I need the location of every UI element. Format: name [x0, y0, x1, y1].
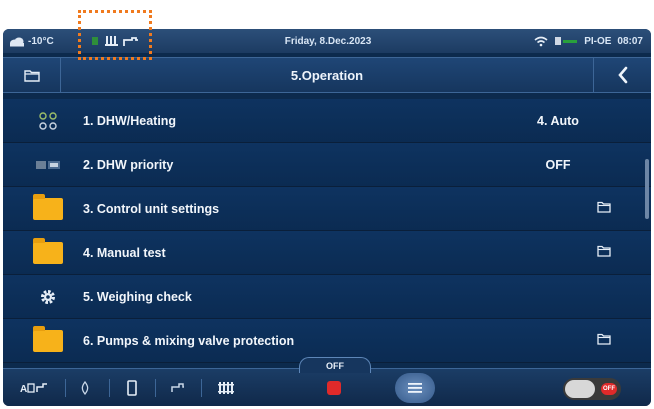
svg-text:A: A: [20, 384, 27, 395]
title-bar: 5.Operation: [3, 57, 651, 93]
toolbar-divider: [109, 379, 110, 397]
menu-item-manual-test[interactable]: 4. Manual test: [3, 231, 651, 275]
menu-item-control-unit-settings[interactable]: 3. Control unit settings: [3, 187, 651, 231]
menu-item-label: 4. Manual test: [83, 246, 166, 260]
menu-item-label: 3. Control unit settings: [83, 202, 220, 216]
toolbar-divider: [65, 379, 66, 397]
folder-icon: [33, 194, 63, 220]
menu-item-label: 1. DHW/Heating: [83, 114, 177, 128]
gear-icon: [31, 283, 65, 311]
auto-mode-icon: A: [20, 383, 47, 395]
tank-button[interactable]: [117, 375, 147, 401]
chevron-left-icon: [617, 66, 627, 84]
highlight-annotation-box: [78, 10, 152, 60]
cloud-icon: [10, 37, 24, 47]
outdoor-temperature: -10°C: [28, 35, 54, 47]
scrollbar[interactable]: [645, 159, 649, 219]
flame-icon: [81, 381, 89, 395]
menu-item-weighing-check[interactable]: 5. Weighing check: [3, 275, 651, 319]
current-time: 08:07: [617, 35, 643, 47]
priority-icon: [31, 151, 65, 179]
dots-grid-icon: [31, 107, 65, 135]
folder-outline-icon: [23, 69, 40, 82]
page-title: 5.Operation: [290, 67, 364, 83]
stop-indicator-icon[interactable]: [327, 381, 341, 395]
controller-screen: -10°C Friday, 8.Dec.2023 PI-OE 08:07 5.O…: [3, 29, 651, 406]
folder-button[interactable]: [3, 58, 61, 92]
radiator-icon: [218, 382, 234, 394]
submenu-folder-icon: [597, 245, 611, 257]
hamburger-menu-icon: [408, 383, 422, 393]
back-button[interactable]: [593, 58, 651, 92]
flame-button[interactable]: [71, 375, 99, 401]
menu-item-label: 2. DHW priority: [83, 158, 174, 172]
power-toggle[interactable]: OFF: [563, 378, 621, 400]
toggle-off-label: OFF: [601, 383, 617, 395]
language-code: PI-OE: [584, 35, 612, 47]
tank-icon: [127, 380, 137, 396]
wifi-icon: [534, 36, 548, 46]
current-date: Friday, 8.Dec.2023: [284, 35, 372, 47]
menu-item-value: 4. Auto: [537, 114, 579, 128]
operation-menu-list: 1. DHW/Heating 4. Auto 2. DHW priority O…: [3, 99, 651, 364]
weather-indicator: -10°C: [9, 29, 54, 53]
radiator-button[interactable]: [209, 375, 243, 401]
folder-icon: [33, 326, 63, 352]
status-right-group: PI-OE 08:07: [534, 29, 643, 53]
menu-item-dhw-priority[interactable]: 2. DHW priority OFF: [3, 143, 651, 187]
toggle-knob: [565, 380, 595, 398]
main-menu-button[interactable]: [395, 373, 435, 403]
tap-button[interactable]: [163, 375, 193, 401]
bottom-toolbar: A OFF OFF: [3, 357, 651, 406]
menu-item-label: 5. Weighing check: [83, 290, 192, 304]
tap-icon: [171, 383, 184, 392]
submenu-folder-icon: [597, 333, 611, 345]
toolbar-divider: [155, 379, 156, 397]
folder-icon: [33, 238, 63, 264]
toolbar-divider: [201, 379, 202, 397]
menu-item-label: 6. Pumps & mixing valve protection: [83, 334, 295, 348]
off-status-tab[interactable]: OFF: [299, 357, 371, 373]
auto-mode-button[interactable]: A: [17, 375, 57, 401]
connection-status-icon: [555, 37, 578, 45]
menu-item-value: OFF: [545, 158, 571, 172]
menu-item-dhw-heating[interactable]: 1. DHW/Heating 4. Auto: [3, 99, 651, 143]
submenu-folder-icon: [597, 201, 611, 213]
